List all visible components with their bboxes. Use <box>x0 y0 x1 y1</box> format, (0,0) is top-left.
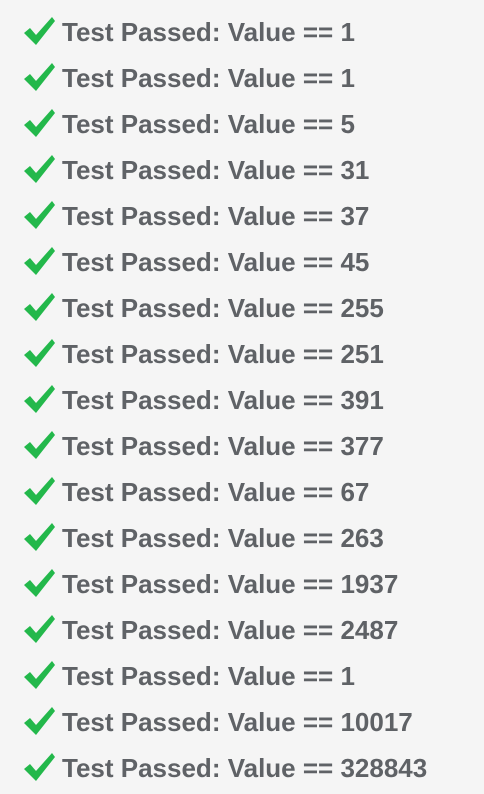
test-result-row: Test Passed: Value == 67 <box>22 473 369 511</box>
checkmark-icon <box>22 704 56 738</box>
test-result-row: Test Passed: Value == 37 <box>22 197 369 235</box>
test-result-text: Test Passed: Value == 1 <box>62 17 355 47</box>
checkmark-icon <box>22 566 56 600</box>
test-result-row: Test Passed: Value == 1 <box>22 657 355 695</box>
test-result-row: Test Passed: Value == 10017 <box>22 703 413 741</box>
test-result-row: Test Passed: Value == 5 <box>22 105 355 143</box>
checkmark-icon <box>22 336 56 370</box>
checkmark-icon <box>22 428 56 462</box>
checkmark-icon <box>22 60 56 94</box>
checkmark-icon <box>22 474 56 508</box>
test-result-row: Test Passed: Value == 45 <box>22 243 369 281</box>
test-result-text: Test Passed: Value == 391 <box>62 385 384 415</box>
test-result-text: Test Passed: Value == 45 <box>62 247 370 277</box>
test-result-text: Test Passed: Value == 328843 <box>62 753 428 783</box>
checkmark-icon <box>22 658 56 692</box>
test-result-text: Test Passed: Value == 2487 <box>62 615 399 645</box>
test-result-row: Test Passed: Value == 1 <box>22 59 355 97</box>
checkmark-icon <box>22 382 56 416</box>
test-result-text: Test Passed: Value == 251 <box>62 339 384 369</box>
checkmark-icon <box>22 520 56 554</box>
test-result-text: Test Passed: Value == 377 <box>62 431 384 461</box>
test-result-text: Test Passed: Value == 1 <box>62 661 355 691</box>
checkmark-icon <box>22 612 56 646</box>
test-results-list: Test Passed: Value == 1 Test Passed: Val… <box>0 0 484 794</box>
checkmark-icon <box>22 106 56 140</box>
test-result-row: Test Passed: Value == 2487 <box>22 611 398 649</box>
test-result-text: Test Passed: Value == 263 <box>62 523 384 553</box>
test-result-row: Test Passed: Value == 377 <box>22 427 384 465</box>
test-result-text: Test Passed: Value == 1937 <box>62 569 399 599</box>
test-result-row: Test Passed: Value == 391 <box>22 381 384 419</box>
test-result-row: Test Passed: Value == 31 <box>22 151 369 189</box>
test-result-text: Test Passed: Value == 5 <box>62 109 355 139</box>
test-result-text: Test Passed: Value == 37 <box>62 201 370 231</box>
checkmark-icon <box>22 198 56 232</box>
test-result-row: Test Passed: Value == 1937 <box>22 565 398 603</box>
test-result-text: Test Passed: Value == 255 <box>62 293 384 323</box>
test-result-row: Test Passed: Value == 255 <box>22 289 384 327</box>
test-result-text: Test Passed: Value == 67 <box>62 477 370 507</box>
test-result-text: Test Passed: Value == 31 <box>62 155 370 185</box>
test-result-row: Test Passed: Value == 263 <box>22 519 384 557</box>
checkmark-icon <box>22 152 56 186</box>
checkmark-icon <box>22 290 56 324</box>
test-result-text: Test Passed: Value == 10017 <box>62 707 413 737</box>
checkmark-icon <box>22 750 56 784</box>
test-result-row: Test Passed: Value == 328843 <box>22 749 427 787</box>
test-result-text: Test Passed: Value == 1 <box>62 63 355 93</box>
test-result-row: Test Passed: Value == 1 <box>22 13 355 51</box>
checkmark-icon <box>22 14 56 48</box>
checkmark-icon <box>22 244 56 278</box>
test-result-row: Test Passed: Value == 251 <box>22 335 384 373</box>
